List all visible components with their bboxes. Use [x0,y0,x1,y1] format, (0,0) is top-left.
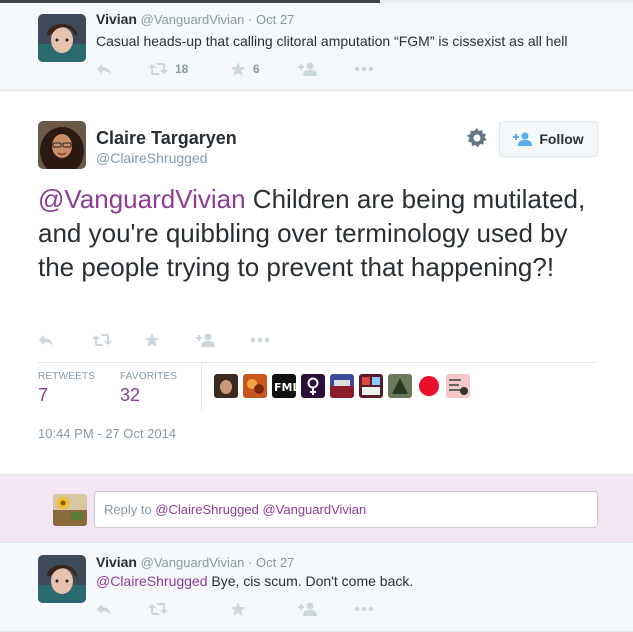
author-handle[interactable]: @VanguardVivian [141,555,245,570]
favoriter-avatar[interactable] [446,374,470,398]
follow-person-icon [513,131,533,147]
follow-person-icon [298,601,318,617]
reply-button[interactable] [38,332,92,348]
reply-icon [96,601,112,617]
more-icon [250,337,270,343]
favoriters-avatars: FML [214,374,475,398]
favorite-button[interactable] [144,332,196,348]
gear-icon[interactable] [467,128,487,148]
more-button[interactable] [250,332,270,348]
tweet-timestamp[interactable]: 10:44 PM - 27 Oct 2014 [38,426,176,441]
more-button[interactable] [354,61,374,77]
favorites-label: FAVORITES [120,371,178,382]
retweet-count: 18 [175,62,189,76]
author-handle[interactable]: @VanguardVivian [141,12,245,27]
retweets-stat[interactable]: RETWEETS 7 [38,371,120,406]
favoriter-avatar[interactable] [417,374,441,398]
follow-label: Follow [539,131,584,147]
reply-input[interactable]: Reply to @ClaireShrugged @VanguardVivian [94,491,598,528]
avatar[interactable] [38,121,86,169]
retweet-button[interactable]: 18 [148,61,230,77]
favoriter-avatar[interactable]: FML [272,374,296,398]
follow-button[interactable]: Follow [499,121,598,157]
more-icon [354,66,374,72]
favoriter-avatar[interactable] [330,374,354,398]
svg-text:FML: FML [274,381,296,394]
retweet-icon [148,601,168,617]
previous-tweet[interactable]: Vivian @VanguardVivian · Oct 27 Casual h… [0,3,633,91]
tweet-time[interactable]: · Oct 27 [248,12,294,27]
divider [38,362,598,363]
stats-separator [201,363,202,411]
favoriter-avatar[interactable] [243,374,267,398]
mention-link[interactable]: @VanguardVivian [38,184,246,214]
favoriter-avatar[interactable] [359,374,383,398]
follow-person-icon [196,332,216,348]
retweet-icon [92,332,112,348]
author-name[interactable]: Vivian [96,11,137,27]
current-user-avatar [53,494,87,526]
author-name[interactable]: Vivian [96,554,137,570]
tweet-text: @ClaireShrugged Bye, cis scum. Don't com… [96,573,413,589]
tweet-text: Casual heads-up that calling clitoral am… [96,33,568,49]
retweet-icon [148,61,168,77]
retweets-label: RETWEETS [38,371,96,382]
tweet-actions [96,601,374,617]
star-icon [230,601,246,617]
favoriter-avatar[interactable] [214,374,238,398]
reply-mention-2: @VanguardVivian [262,502,367,517]
favorite-button[interactable]: 6 [230,61,298,77]
tweet-actions [38,332,270,348]
more-button[interactable] [354,601,374,617]
author-name[interactable]: Claire Targaryen [96,128,237,149]
tweet-text-body: Bye, cis scum. Don't come back. [207,573,414,589]
retweets-count: 7 [38,385,49,405]
star-icon [230,61,246,77]
reply-button[interactable] [96,601,148,617]
star-icon [144,332,160,348]
follow-person-icon [298,61,318,77]
favorite-count: 6 [253,62,260,76]
focused-tweet: Claire Targaryen @ClaireShrugged Follow … [0,91,633,475]
reply-button[interactable] [96,61,148,77]
reply-tweet[interactable]: Vivian @VanguardVivian · Oct 27 @ClaireS… [0,543,633,632]
favoriter-avatar[interactable] [388,374,412,398]
tweet-header: Vivian @VanguardVivian · Oct 27 [96,11,294,27]
favorites-count: 32 [120,385,141,405]
retweet-button[interactable] [148,601,230,617]
reply-icon [38,332,54,348]
tweet-actions: 18 6 [96,61,374,77]
author-handle[interactable]: @ClaireShrugged [96,150,208,166]
follow-button-small[interactable] [298,601,354,617]
reply-mention-1: @ClaireShrugged [155,502,259,517]
tweet-text: @VanguardVivian Children are being mutil… [38,182,598,284]
more-icon [354,606,374,612]
tweet-stats: RETWEETS 7 FAVORITES 32 [38,371,177,406]
favoriter-avatar[interactable] [301,374,325,398]
favorite-button[interactable] [230,601,298,617]
follow-button-small[interactable] [298,61,354,77]
reply-icon [96,61,112,77]
avatar[interactable] [38,14,86,62]
reply-prefix: Reply to [104,502,156,517]
favorites-stat[interactable]: FAVORITES 32 [120,371,177,406]
reply-composer: Reply to @ClaireShrugged @VanguardVivian [0,475,633,543]
retweet-button[interactable] [92,332,144,348]
avatar[interactable] [38,555,86,603]
tweet-header: Vivian @VanguardVivian · Oct 27 [96,554,294,570]
mention-link[interactable]: @ClaireShrugged [96,573,208,589]
tweet-time[interactable]: · Oct 27 [248,555,294,570]
follow-button-small[interactable] [196,332,250,348]
